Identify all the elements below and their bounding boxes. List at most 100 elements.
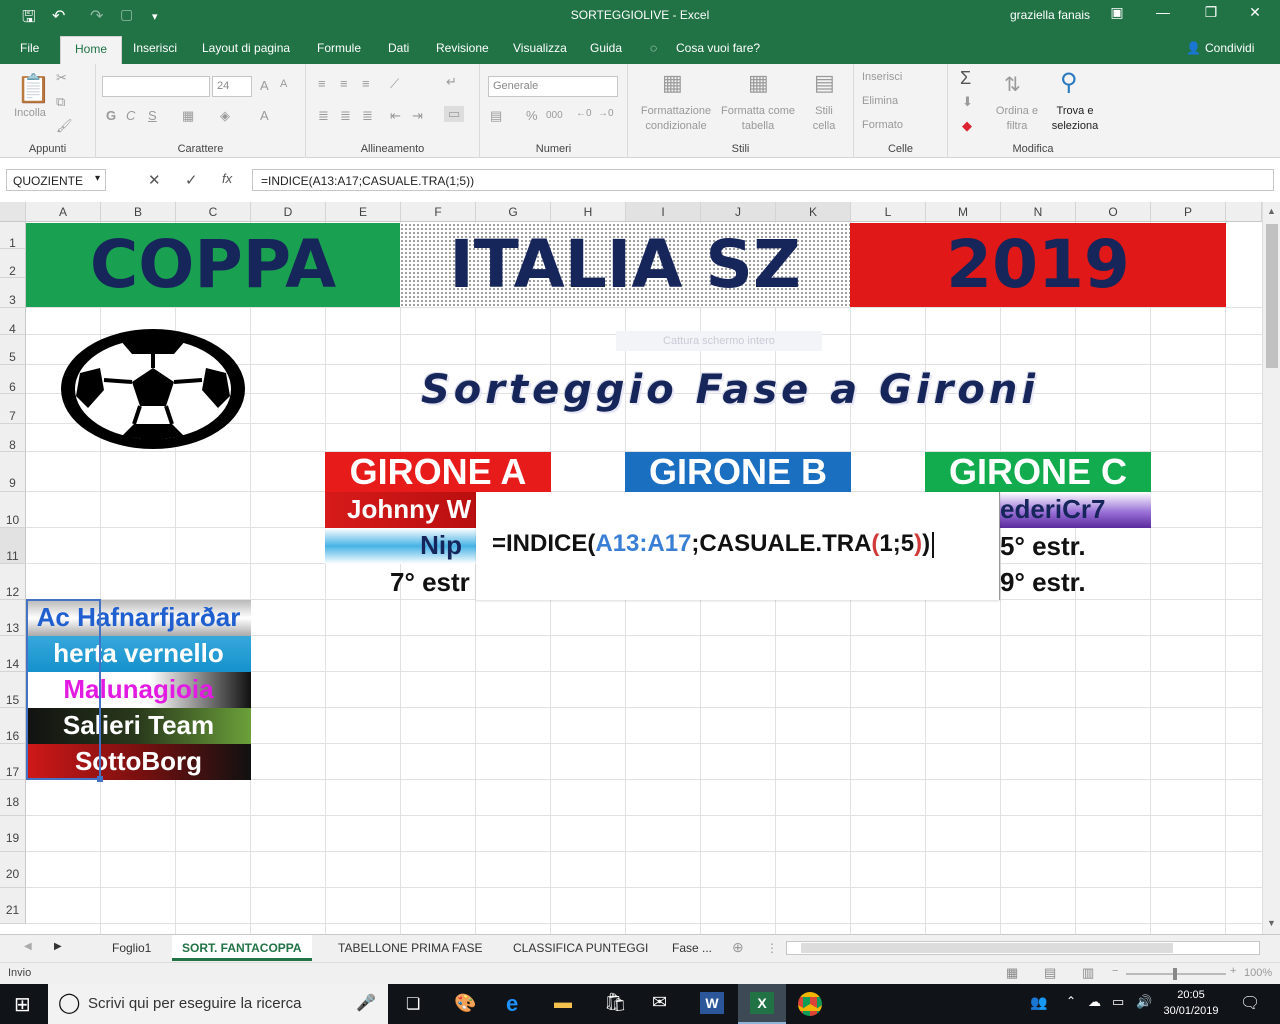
column-header-d[interactable]: D (251, 202, 326, 222)
percent-button[interactable]: % (526, 108, 538, 123)
clock[interactable]: 20:05 30/01/2019 (1160, 987, 1222, 1019)
formula-input[interactable]: =INDICE(A13:A17;CASUALE.TRA(1;5)) (252, 169, 1274, 191)
row-header-13[interactable]: 13 (0, 600, 26, 636)
copy-icon[interactable]: ⧉ (56, 94, 65, 110)
orientation-icon[interactable]: ⟋ (390, 76, 399, 92)
align-right-icon[interactable]: ≣ (362, 108, 373, 124)
zoom-slider[interactable] (1126, 968, 1226, 980)
row-header-14[interactable]: 14 (0, 636, 26, 672)
scroll-tabs-right-icon[interactable]: ▶ (54, 941, 62, 952)
decrease-indent-icon[interactable]: ⇤ (390, 108, 401, 124)
chevron-down-icon[interactable]: ▾ (95, 173, 100, 184)
vertical-scrollbar[interactable]: ▲ ▼ (1262, 202, 1280, 934)
group-c-slot-3[interactable]: 9° estr. (1000, 564, 1150, 600)
column-header-c[interactable]: C (176, 202, 251, 222)
normal-view-icon[interactable]: ▦ (1006, 965, 1018, 981)
cell-styles-icon[interactable]: ▤ (814, 70, 835, 96)
row-header-19[interactable]: 19 (0, 816, 26, 852)
select-all-corner[interactable] (0, 202, 26, 222)
windows-start-icon[interactable]: ⊞ (14, 992, 31, 1017)
column-header-q[interactable] (1226, 202, 1262, 222)
group-c-slot-2[interactable]: 5° estr. (1000, 528, 1150, 564)
group-a-slot-3[interactable]: 7° estr (390, 564, 476, 600)
tab-insert[interactable]: Inserisci (133, 41, 177, 55)
chrome-app-icon[interactable] (798, 992, 822, 1016)
font-size-field[interactable]: 24 (212, 76, 252, 97)
row-header-21[interactable]: 21 (0, 888, 26, 924)
vertical-scroll-thumb[interactable] (1266, 224, 1278, 368)
delete-cells-button[interactable]: Elimina (862, 94, 898, 109)
row-header-20[interactable]: 20 (0, 852, 26, 888)
column-header-g[interactable]: G (476, 202, 551, 222)
file-explorer-icon[interactable]: ▬ (554, 992, 572, 1013)
column-header-e[interactable]: E (326, 202, 401, 222)
bold-button[interactable]: G (106, 108, 116, 123)
horizontal-scrollbar[interactable] (786, 941, 1260, 955)
name-box[interactable]: QUOZIENTE ▾ (6, 169, 106, 191)
decrease-decimal-icon[interactable]: →0 (598, 108, 614, 119)
row-header-9[interactable]: 9 (0, 452, 26, 492)
clear-icon[interactable]: ◆ (962, 118, 972, 134)
sheet-tab-fase[interactable]: Fase ... (662, 935, 722, 961)
font-color-icon[interactable]: A (260, 108, 269, 123)
row-header-5[interactable]: 5 (0, 335, 26, 365)
taskbar-search-box[interactable]: ◯ Scrivi qui per eseguire la ricerca 🎤 (48, 984, 388, 1024)
fill-icon[interactable]: ⬇ (962, 94, 973, 110)
insert-function-button[interactable]: fx (222, 171, 232, 186)
fill-color-icon[interactable]: ◈ (220, 108, 230, 124)
mail-app-icon[interactable]: ✉ (652, 992, 667, 1013)
scroll-down-icon[interactable]: ▼ (1267, 918, 1276, 928)
accounting-icon[interactable]: ▤ (490, 108, 502, 124)
volume-icon[interactable]: 🔊 (1136, 994, 1152, 1010)
format-cells-button[interactable]: Formato (862, 118, 903, 133)
column-header-k[interactable]: K (776, 202, 851, 222)
people-icon[interactable]: 👥 (1030, 994, 1047, 1011)
find-icon[interactable]: ⚲ (1060, 68, 1078, 97)
row-header-12[interactable]: 12 (0, 564, 26, 600)
row-header-17[interactable]: 17 (0, 744, 26, 780)
cell-editor[interactable]: =INDICE(A13:A17;CASUALE.TRA(1;5)) (476, 492, 1000, 600)
split-handle-icon[interactable]: ⋮ (766, 941, 778, 955)
row-header-4[interactable]: 4 (0, 308, 26, 336)
horizontal-scroll-thumb[interactable] (801, 943, 1173, 953)
zoom-out-icon[interactable]: − (1112, 965, 1118, 977)
range-resize-handle[interactable] (97, 776, 103, 782)
tab-page-layout[interactable]: Layout di pagina (202, 41, 290, 55)
column-header-f[interactable]: F (401, 202, 476, 222)
tab-home[interactable]: Home (60, 36, 123, 64)
autosum-icon[interactable]: Σ (960, 68, 971, 89)
word-app-icon[interactable]: W (700, 992, 724, 1014)
row-header-11[interactable]: 11 (0, 528, 26, 564)
font-name-field[interactable] (102, 76, 210, 97)
tab-data[interactable]: Dati (388, 41, 409, 55)
conditional-formatting-icon[interactable]: ▦ (662, 70, 683, 96)
row-header-8[interactable]: 8 (0, 424, 26, 452)
column-header-i[interactable]: I (626, 202, 701, 222)
cell-styles-button[interactable]: Stili cella (804, 104, 844, 134)
column-header-h[interactable]: H (551, 202, 626, 222)
column-header-b[interactable]: B (101, 202, 176, 222)
increase-indent-icon[interactable]: ⇥ (412, 108, 423, 124)
conditional-formatting-button[interactable]: Formattazione condizionale (632, 104, 720, 134)
align-middle-icon[interactable]: ≡ (340, 76, 348, 91)
thousands-button[interactable]: 000 (546, 110, 563, 121)
sheet-tab-classifica[interactable]: CLASSIFICA PUNTEGGI (503, 935, 658, 961)
row-header-16[interactable]: 16 (0, 708, 26, 744)
column-header-o[interactable]: O (1076, 202, 1151, 222)
excel-taskbar-button[interactable]: X (738, 984, 786, 1024)
paste-icon[interactable]: 📋 (16, 72, 51, 105)
page-layout-view-icon[interactable]: ▤ (1044, 965, 1056, 981)
notifications-icon[interactable]: 🗨 (1240, 993, 1260, 1013)
paint-app-icon[interactable]: 🎨 (454, 993, 476, 1014)
tab-review[interactable]: Revisione (436, 41, 489, 55)
tab-view[interactable]: Visualizza (513, 41, 567, 55)
align-left-icon[interactable]: ≣ (318, 108, 329, 124)
increase-decimal-icon[interactable]: ←0 (576, 108, 592, 119)
sheet-tab-tabellone[interactable]: TABELLONE PRIMA FASE (328, 935, 493, 961)
zoom-level[interactable]: 100% (1244, 967, 1272, 979)
sheet-tab-foglio1[interactable]: Foglio1 (102, 935, 161, 961)
row-header-1[interactable]: 1 (0, 222, 26, 250)
group-a-team-2[interactable]: Nip (325, 528, 476, 564)
column-header-n[interactable]: N (1001, 202, 1076, 222)
format-as-table-button[interactable]: Formatta come tabella (716, 104, 800, 134)
